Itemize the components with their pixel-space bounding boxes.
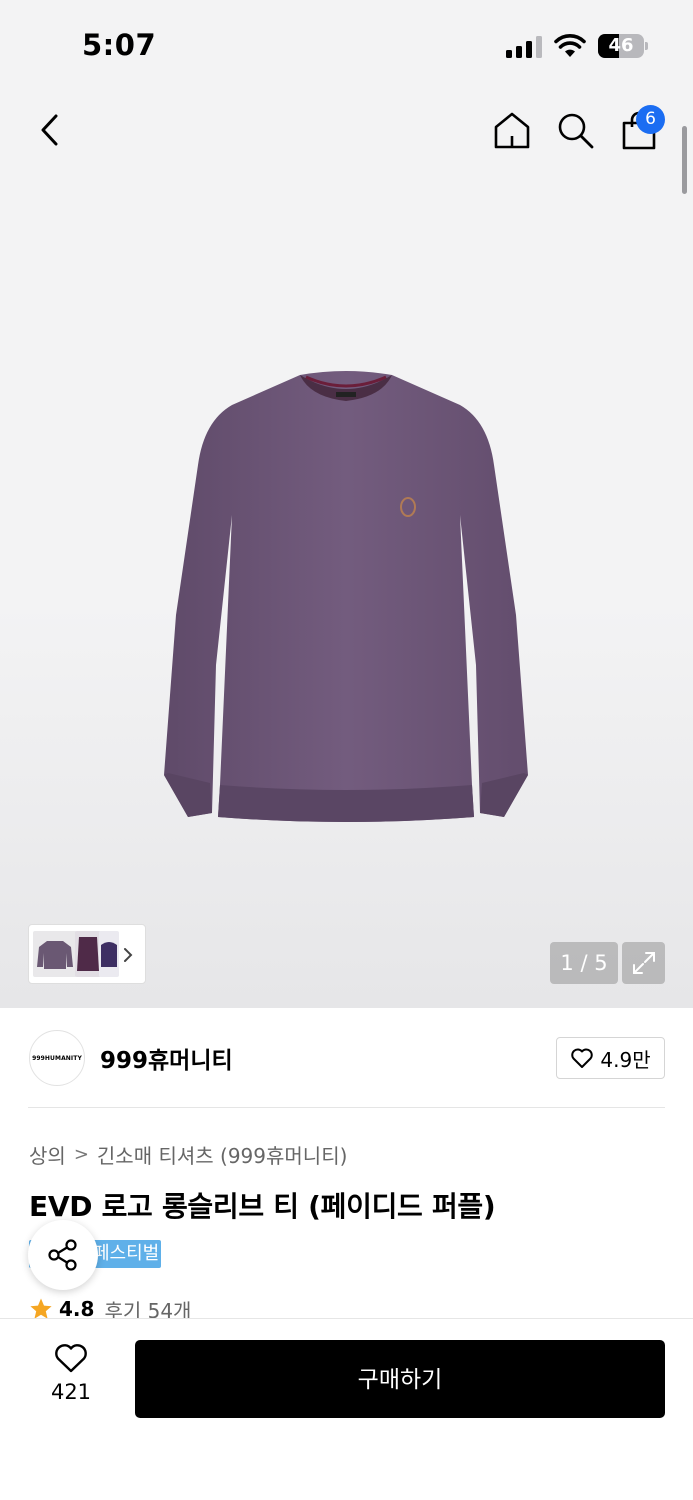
wishlist-button[interactable]: 421 bbox=[40, 1342, 102, 1412]
brand-name[interactable]: 999휴머니티 bbox=[100, 1041, 233, 1075]
signal-icon bbox=[506, 34, 544, 58]
breadcrumb-category[interactable]: 상의 bbox=[29, 1140, 66, 1169]
thumbnail-strip[interactable] bbox=[28, 924, 146, 984]
chevron-left-icon bbox=[41, 114, 58, 146]
battery-percent: 46 bbox=[608, 35, 634, 56]
brand-logo-text: 999HUMANITY bbox=[32, 1054, 82, 1062]
cart-count-badge: 6 bbox=[636, 105, 665, 134]
fullscreen-button[interactable] bbox=[622, 942, 665, 984]
home-icon bbox=[494, 112, 530, 149]
back-button[interactable] bbox=[28, 108, 72, 152]
image-page-counter: 1 / 5 bbox=[550, 942, 618, 984]
status-time: 5:07 bbox=[82, 28, 157, 62]
battery-icon: 46 bbox=[598, 34, 644, 58]
thumbnail-1[interactable] bbox=[33, 931, 77, 977]
search-icon bbox=[558, 113, 594, 149]
share-button[interactable] bbox=[28, 1220, 98, 1290]
thumbnail-2[interactable] bbox=[75, 931, 101, 977]
battery-nub bbox=[645, 42, 648, 50]
home-button[interactable] bbox=[490, 108, 534, 152]
product-image[interactable] bbox=[160, 365, 532, 825]
heart-icon bbox=[55, 1344, 87, 1373]
wifi-icon bbox=[554, 34, 586, 57]
share-icon bbox=[48, 1239, 77, 1271]
chevron-right-icon bbox=[124, 948, 133, 962]
product-title: EVD 로고 롱슬리브 티 (페이디드 퍼플) bbox=[29, 1190, 496, 1223]
buy-button[interactable]: 구매하기 bbox=[135, 1340, 665, 1418]
brand-logo[interactable]: 999HUMANITY bbox=[29, 1030, 85, 1086]
breadcrumb: 상의 > 긴소매 티셔츠 (999휴머니티) bbox=[29, 1140, 347, 1169]
breadcrumb-separator: > bbox=[73, 1144, 89, 1165]
scrollbar[interactable] bbox=[682, 126, 687, 194]
brand-like-count: 4.9만 bbox=[600, 1047, 651, 1072]
breadcrumb-subcategory[interactable]: 긴소매 티셔츠 (999휴머니티) bbox=[97, 1140, 348, 1169]
heart-icon bbox=[571, 1048, 594, 1068]
expand-icon bbox=[632, 952, 655, 974]
wishlist-count: 421 bbox=[50, 1380, 92, 1404]
search-button[interactable] bbox=[553, 108, 597, 152]
product-gallery[interactable]: 5:07 46 6 1 / 5 bbox=[0, 0, 693, 1008]
brand-like-button[interactable]: 4.9만 bbox=[556, 1037, 665, 1079]
thumbnail-3[interactable] bbox=[99, 931, 119, 977]
divider bbox=[28, 1107, 665, 1108]
